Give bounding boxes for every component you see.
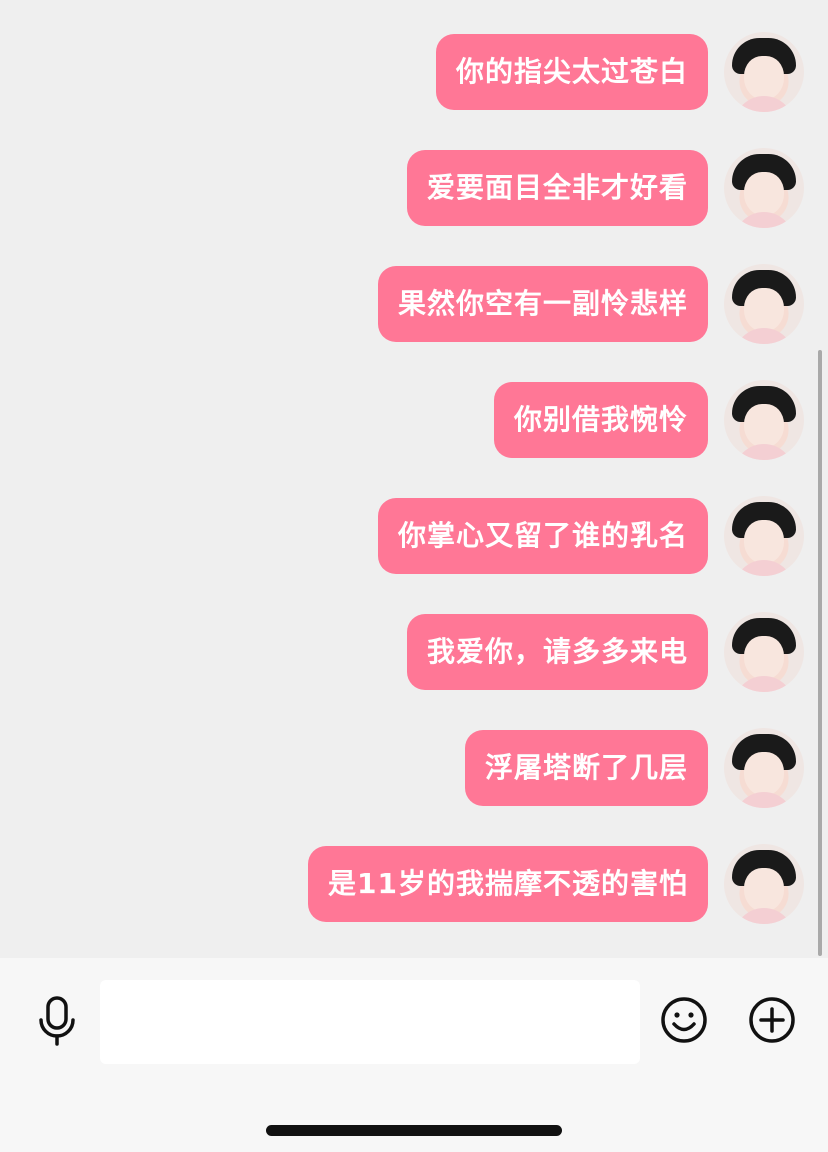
message-input[interactable] — [100, 980, 640, 1064]
avatar[interactable] — [724, 32, 804, 112]
message-bubble[interactable]: 浮屠塔断了几层 — [464, 730, 708, 806]
message-bubble[interactable]: 你的指尖太过苍白 — [435, 34, 708, 110]
avatar[interactable] — [724, 264, 804, 344]
message-bubble[interactable]: 是11岁的我揣摩不透的害怕 — [308, 846, 708, 922]
avatar[interactable] — [724, 496, 804, 576]
message-bubble[interactable]: 你别借我惋怜 — [493, 382, 708, 458]
scrollbar[interactable] — [818, 350, 822, 956]
message-row: 你掌心又留了谁的乳名 — [377, 496, 804, 576]
chat-area[interactable]: 你的指尖太过苍白 爱要面目全非才好看 果然你空有一副怜悲样 你别借我惋怜 你掌心… — [0, 0, 828, 958]
message-row: 我爱你，请多多来电 — [406, 612, 804, 692]
avatar[interactable] — [724, 612, 804, 692]
message-row: 你的指尖太过苍白 — [435, 32, 804, 112]
avatar[interactable] — [724, 728, 804, 808]
message-bubble[interactable]: 果然你空有一副怜悲样 — [377, 266, 708, 342]
message-row: 是11岁的我揣摩不透的害怕 — [308, 844, 804, 924]
message-bubble[interactable]: 我爱你，请多多来电 — [406, 614, 708, 690]
message-row: 浮屠塔断了几层 — [464, 728, 804, 808]
message-bubble[interactable]: 爱要面目全非才好看 — [406, 150, 708, 226]
message-row: 果然你空有一副怜悲样 — [377, 264, 804, 344]
message-row: 你别借我惋怜 — [493, 380, 804, 460]
message-row: 爱要面目全非才好看 — [406, 148, 804, 228]
smiley-icon[interactable] — [660, 996, 708, 1044]
avatar[interactable] — [724, 844, 804, 924]
message-bubble[interactable]: 你掌心又留了谁的乳名 — [377, 498, 708, 574]
home-indicator[interactable] — [266, 1125, 562, 1136]
avatar[interactable] — [724, 148, 804, 228]
microphone-icon[interactable] — [34, 996, 80, 1046]
plus-circle-icon[interactable] — [748, 996, 796, 1044]
avatar[interactable] — [724, 380, 804, 460]
